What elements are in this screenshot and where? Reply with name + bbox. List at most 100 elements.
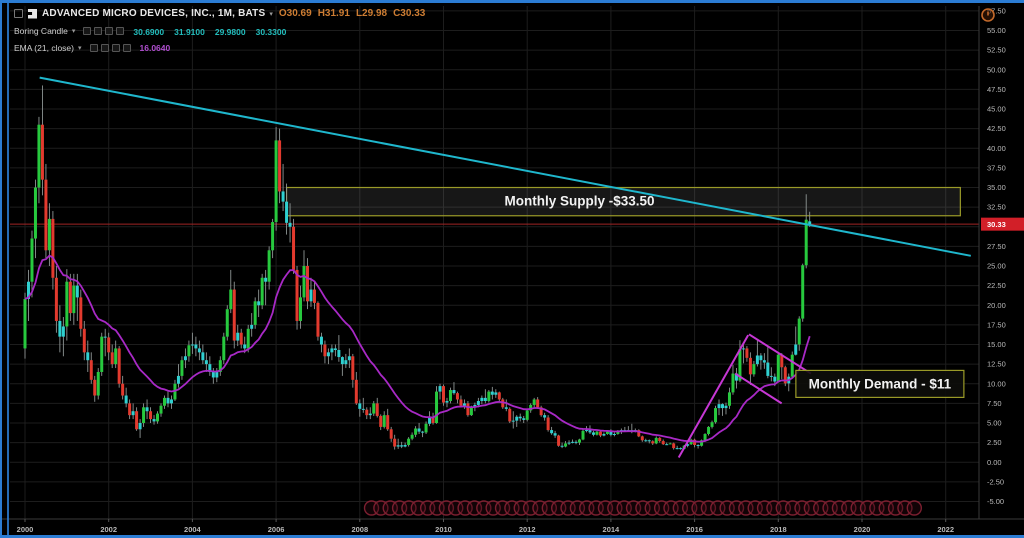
candle[interactable] [640,436,644,441]
candle[interactable] [448,390,452,402]
candle[interactable] [295,269,299,321]
candle[interactable] [591,432,595,435]
candle[interactable] [58,320,62,337]
price-chart[interactable]: Monthly Supply -$33.50 Monthly Demand - $… [2,3,1024,538]
candle[interactable] [497,392,501,400]
candle[interactable] [194,344,198,349]
candle[interactable] [54,277,58,321]
candle[interactable] [257,301,261,306]
candle[interactable] [808,221,812,225]
candle[interactable] [581,430,585,440]
candle[interactable] [410,434,414,439]
candle[interactable] [375,403,379,416]
candle[interactable] [323,344,327,357]
candle[interactable] [61,326,65,337]
demand-label[interactable]: Monthly Demand - $11 [795,369,965,399]
candle[interactable] [414,428,418,435]
candle[interactable] [661,441,665,445]
candle[interactable] [574,441,578,443]
chevron-down-icon[interactable]: ▾ [78,44,82,52]
candle[interactable] [274,140,278,223]
candle[interactable] [260,277,264,306]
candle[interactable] [176,375,180,384]
candle[interactable] [731,373,735,393]
candle[interactable] [762,360,766,363]
candle[interactable] [51,218,55,278]
chevron-down-icon[interactable]: ▾ [72,27,76,35]
indicator-delete-icon[interactable] [111,44,120,52]
candle[interactable] [588,430,592,433]
candle[interactable] [250,324,254,329]
indicator-eye-icon[interactable] [83,27,92,35]
candle[interactable] [330,348,334,353]
candle[interactable] [755,355,759,365]
candle[interactable] [752,364,756,375]
candle[interactable] [557,435,561,446]
candle[interactable] [703,433,707,441]
candle[interactable] [124,395,128,404]
candle[interactable] [721,404,724,409]
candle[interactable] [201,352,205,361]
candle[interactable] [40,124,44,180]
candle[interactable] [707,426,711,434]
indicator-name[interactable]: Boring Candle [14,26,68,36]
candle[interactable] [794,344,798,355]
candle[interactable] [344,360,348,365]
candle[interactable] [142,407,146,423]
candle[interactable] [183,356,187,361]
candle[interactable] [305,266,309,302]
candle[interactable] [476,401,480,405]
candle[interactable] [267,250,271,282]
candle[interactable] [180,360,184,376]
candle[interactable] [264,277,268,282]
candle[interactable] [504,407,508,409]
candle[interactable] [236,332,240,341]
candle[interactable] [748,357,752,375]
symbol-title[interactable]: ADVANCED MICRO DEVICES, INC., 1M, BATS [42,8,265,19]
candle[interactable] [672,443,676,449]
candle[interactable] [159,405,163,414]
candle[interactable] [727,392,731,406]
candle[interactable] [361,408,365,410]
candle[interactable] [668,443,672,445]
indicator-more-icon[interactable] [116,27,125,35]
indicator-name[interactable]: EMA (21, close) [14,43,74,53]
candle[interactable] [745,348,749,358]
candle[interactable] [292,226,296,270]
pattern-trendline[interactable] [748,333,812,375]
candle[interactable] [675,448,679,450]
candle[interactable] [347,356,351,361]
candle[interactable] [145,407,149,412]
candle[interactable] [215,371,219,378]
candle[interactable] [107,337,111,353]
candle[interactable] [47,218,51,251]
indicator-eye-icon[interactable] [89,44,98,52]
candle[interactable] [37,124,41,188]
candle[interactable] [386,415,390,430]
candle[interactable] [138,423,142,430]
candle[interactable] [166,397,170,404]
candle[interactable] [598,431,602,436]
candle[interactable] [553,433,557,436]
candle[interactable] [546,417,550,431]
candle[interactable] [466,403,470,416]
indicator-settings-icon[interactable] [94,27,103,35]
candle[interactable] [100,336,104,372]
candle[interactable] [773,376,777,382]
candle[interactable] [149,411,153,420]
candle[interactable] [790,354,794,377]
candle[interactable] [44,179,48,251]
candle[interactable] [421,431,425,433]
candle[interactable] [131,411,135,416]
candle[interactable] [407,438,411,445]
candle[interactable] [169,399,173,404]
candle[interactable] [204,360,208,365]
candle[interactable] [710,422,714,427]
candle[interactable] [424,423,428,433]
candle[interactable] [368,413,372,416]
candle[interactable] [229,289,233,310]
candle[interactable] [30,238,34,282]
candle[interactable] [724,405,728,409]
candle[interactable] [197,348,201,353]
candle[interactable] [211,371,215,378]
